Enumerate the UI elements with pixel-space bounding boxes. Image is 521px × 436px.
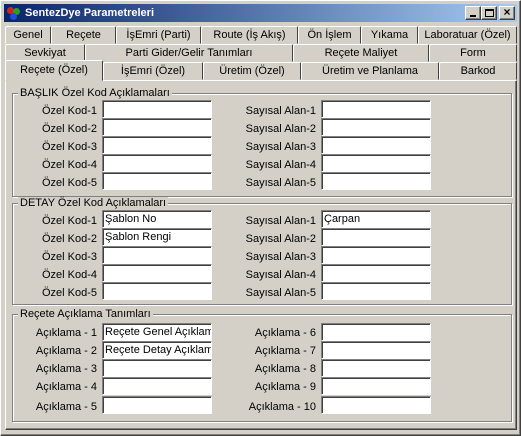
baslik-group: BAŞLIK Özel Kod Açıklamaları Özel Kod-1 … — [12, 87, 512, 197]
tab-uretim-ozel[interactable]: Üretim (Özel) — [203, 62, 301, 80]
recete-label-1: Açıklama - 1 — [35, 327, 97, 339]
detay-group-title: DETAY Özel Kod Açıklamaları — [18, 197, 169, 209]
tab-isemri-ozel[interactable]: İşEmri (Özel) — [103, 62, 203, 80]
recete-aciklama-4-input[interactable] — [102, 377, 212, 395]
baslik-sayisal-label-2: Sayısal Alan-2 — [245, 123, 316, 135]
tab-route[interactable]: Route (İş Akış) — [201, 26, 298, 44]
recete-label-10: Açıklama - 10 — [248, 401, 316, 413]
minimize-icon — [470, 15, 476, 17]
tab-uretim-planlama[interactable]: Üretim ve Planlama — [301, 62, 439, 80]
recete-label-4: Açıklama - 4 — [35, 381, 97, 393]
baslik-sayisal-3-input[interactable] — [321, 136, 431, 154]
recete-label-2: Açıklama - 2 — [35, 345, 97, 357]
recete-aciklama-8-input[interactable] — [321, 359, 431, 377]
baslik-label-1: Özel Kod-1 — [41, 105, 97, 117]
detay-ozel-kod-3-input[interactable] — [102, 246, 212, 264]
maximize-button[interactable] — [481, 6, 497, 20]
baslik-ozel-kod-4-input[interactable] — [102, 154, 212, 172]
tab-barkod[interactable]: Barkod — [439, 62, 517, 80]
detay-label-5: Özel Kod-5 — [41, 287, 97, 299]
baslik-sayisal-4-input[interactable] — [321, 154, 431, 172]
tab-page-recete-ozel: BAŞLIK Özel Kod Açıklamaları Özel Kod-1 … — [5, 80, 517, 430]
recete-aciklama-10-input[interactable] — [321, 396, 431, 414]
baslik-sayisal-2-input[interactable] — [321, 118, 431, 136]
baslik-ozel-kod-5-input[interactable] — [102, 172, 212, 190]
detay-group: DETAY Özel Kod Açıklamaları Özel Kod-1 Ö… — [12, 197, 512, 305]
recete-aciklama-2-input[interactable]: Reçete Detay Açıklama — [102, 341, 212, 359]
baslik-label-5: Özel Kod-5 — [41, 177, 97, 189]
baslik-ozel-kod-2-input[interactable] — [102, 118, 212, 136]
baslik-ozel-kod-1-input[interactable] — [102, 100, 212, 118]
detay-label-4: Özel Kod-4 — [41, 269, 97, 281]
baslik-label-2: Özel Kod-2 — [41, 123, 97, 135]
recete-label-6: Açıklama - 6 — [254, 327, 316, 339]
tab-yikama[interactable]: Yıkama — [361, 26, 418, 44]
close-button[interactable]: × — [499, 5, 515, 20]
detay-ozel-kod-5-input[interactable] — [102, 282, 212, 300]
detay-ozel-kod-4-input[interactable] — [102, 264, 212, 282]
recete-aciklama-1-input[interactable]: Reçete Genel Açıklama — [102, 323, 212, 341]
baslik-sayisal-1-input[interactable] — [321, 100, 431, 118]
detay-sayisal-1-input[interactable]: Çarpan — [321, 210, 431, 228]
detay-sayisal-label-5: Sayısal Alan-5 — [245, 287, 316, 299]
window-title: SentezDye Parametreleri — [25, 7, 155, 19]
tab-row-1: Genel Reçete İşEmri (Parti) Route (İş Ak… — [5, 26, 517, 44]
baslik-label-3: Özel Kod-3 — [41, 141, 97, 153]
detay-sayisal-5-input[interactable] — [321, 282, 431, 300]
tab-recete-maliyet[interactable]: Reçete Maliyet — [293, 44, 429, 62]
tab-genel[interactable]: Genel — [5, 26, 51, 44]
baslik-sayisal-label-3: Sayısal Alan-3 — [245, 141, 316, 153]
app-icon — [6, 5, 22, 21]
tab-form[interactable]: Form — [429, 44, 517, 62]
detay-sayisal-2-input[interactable] — [321, 228, 431, 246]
recete-label-3: Açıklama - 3 — [35, 363, 97, 375]
baslik-ozel-kod-3-input[interactable] — [102, 136, 212, 154]
tab-row-3: Reçete (Özel) İşEmri (Özel) Üretim (Özel… — [5, 60, 517, 81]
tab-parti-gider-gelir[interactable]: Parti Gider/Gelir Tanımları — [85, 44, 293, 62]
detay-ozel-kod-2-input[interactable]: Şablon Rengi — [102, 228, 212, 246]
recete-aciklama-6-input[interactable] — [321, 323, 431, 341]
detay-sayisal-3-input[interactable] — [321, 246, 431, 264]
tab-on-islem[interactable]: Ön İşlem — [298, 26, 361, 44]
recete-label-8: Açıklama - 8 — [254, 363, 316, 375]
recete-aciklama-3-input[interactable] — [102, 359, 212, 377]
baslik-sayisal-label-4: Sayısal Alan-4 — [245, 159, 316, 171]
recete-label-5: Açıklama - 5 — [35, 401, 97, 413]
recete-label-7: Açıklama - 7 — [254, 345, 316, 357]
recete-group: Reçete Açıklama Tanımları Açıklama - 1 A… — [12, 308, 512, 422]
detay-sayisal-label-2: Sayısal Alan-2 — [245, 233, 316, 245]
baslik-sayisal-5-input[interactable] — [321, 172, 431, 190]
detay-label-2: Özel Kod-2 — [41, 233, 97, 245]
detay-sayisal-label-1: Sayısal Alan-1 — [245, 215, 316, 227]
baslik-sayisal-label-1: Sayısal Alan-1 — [245, 105, 316, 117]
tab-isemri-parti[interactable]: İşEmri (Parti) — [116, 26, 201, 44]
parameters-window: SentezDye Parametreleri × Genel Reçete İ… — [0, 0, 521, 436]
maximize-icon — [485, 9, 494, 17]
recete-aciklama-5-input[interactable] — [102, 396, 212, 414]
detay-sayisal-4-input[interactable] — [321, 264, 431, 282]
recete-aciklama-7-input[interactable] — [321, 341, 431, 359]
baslik-group-title: BAŞLIK Özel Kod Açıklamaları — [18, 87, 172, 99]
detay-sayisal-label-4: Sayısal Alan-4 — [245, 269, 316, 281]
close-icon: × — [503, 5, 511, 19]
title-bar[interactable]: SentezDye Parametreleri × — [4, 4, 517, 22]
detay-sayisal-label-3: Sayısal Alan-3 — [245, 251, 316, 263]
baslik-sayisal-label-5: Sayısal Alan-5 — [245, 177, 316, 189]
detay-ozel-kod-1-input[interactable]: Şablon No — [102, 210, 212, 228]
tab-recete[interactable]: Reçete — [51, 26, 116, 44]
detay-label-1: Özel Kod-1 — [41, 215, 97, 227]
recete-label-9: Açıklama - 9 — [254, 381, 316, 393]
recete-group-title: Reçete Açıklama Tanımları — [18, 308, 153, 320]
baslik-label-4: Özel Kod-4 — [41, 159, 97, 171]
tab-laboratuar-ozel[interactable]: Laboratuar (Özel) — [418, 26, 517, 44]
tab-recete-ozel[interactable]: Reçete (Özel) — [5, 60, 103, 81]
recete-aciklama-9-input[interactable] — [321, 377, 431, 395]
detay-label-3: Özel Kod-3 — [41, 251, 97, 263]
minimize-button[interactable] — [465, 6, 481, 20]
